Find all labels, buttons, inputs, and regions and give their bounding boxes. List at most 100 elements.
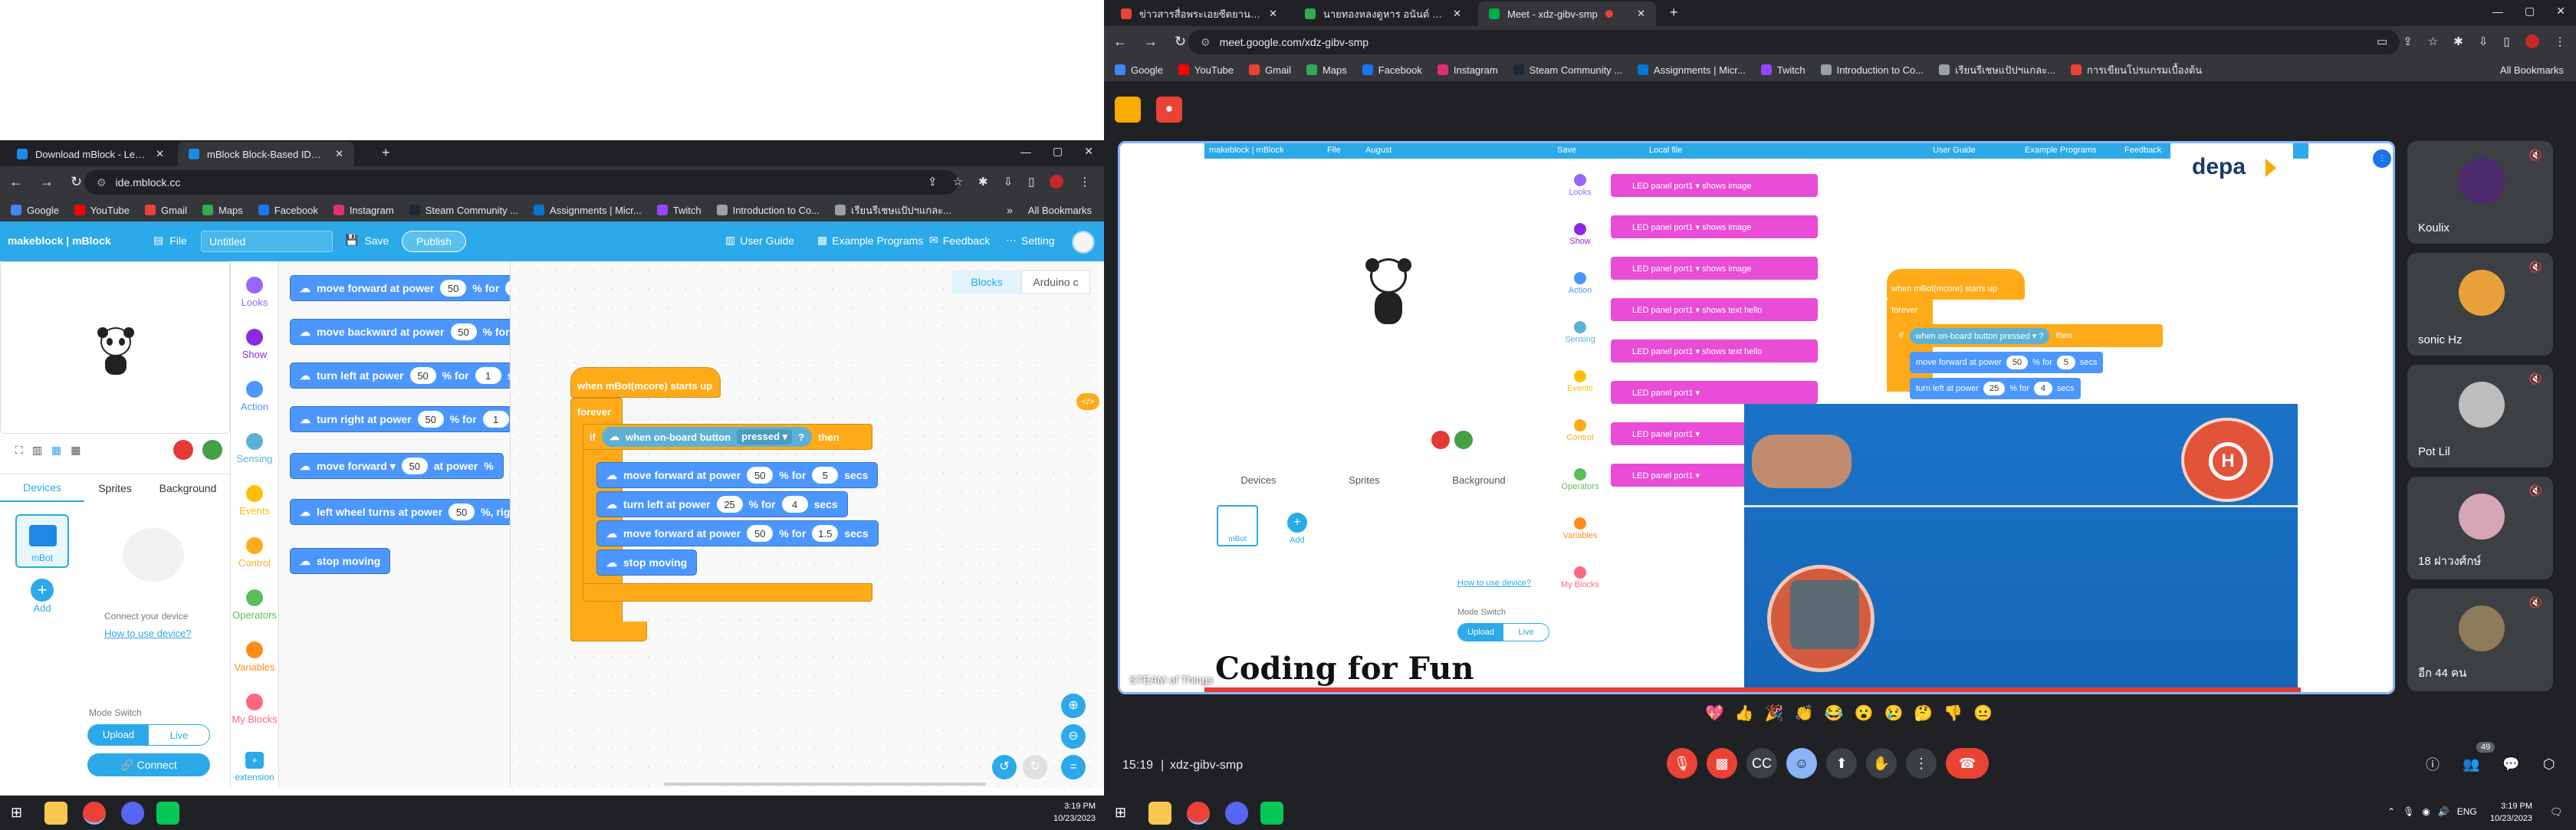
horizontal-scrollbar[interactable] xyxy=(664,782,986,786)
palette-block[interactable]: ☁ stop moving xyxy=(290,548,391,574)
reload-icon[interactable]: ↻ xyxy=(71,174,82,190)
category-action[interactable]: Action xyxy=(231,381,278,433)
zoom-out-icon[interactable]: ⊖ xyxy=(1061,724,1086,749)
bookmark-item[interactable]: เรียนรีเชษแปัปฯแกละ... xyxy=(835,202,951,218)
bookmark-item[interactable]: YouTube xyxy=(1178,64,1234,76)
presentation-tile[interactable]: makeblock | mBlock File August Save Local fi… xyxy=(1118,141,2395,694)
script-step-block[interactable]: ☁ turn left at power 25 % for 4 secs xyxy=(596,491,848,517)
reaction-emoji-icon[interactable]: 😢 xyxy=(1884,704,1903,723)
raise-hand-button[interactable]: ✋ xyxy=(1866,748,1897,779)
category-operators[interactable]: Operators xyxy=(231,589,278,641)
feedback-link[interactable]: ✉ Feedback xyxy=(929,234,990,247)
people-icon[interactable]: 👥 xyxy=(2463,756,2479,773)
tab-arduino[interactable]: Arduino c xyxy=(1021,270,1090,294)
user-guide-link[interactable]: ▥ User Guide xyxy=(725,234,794,247)
new-tab-icon[interactable]: + xyxy=(1670,5,1678,21)
profile-icon[interactable] xyxy=(2525,34,2539,48)
palette-block[interactable]: ☁turn left at power50% for1secs xyxy=(290,363,510,389)
menu-icon[interactable]: ⋮ xyxy=(1079,175,1090,189)
file-menu[interactable]: ▤ File xyxy=(153,234,187,247)
category-my-blocks[interactable]: My Blocks xyxy=(231,694,278,746)
go-flag-icon[interactable] xyxy=(202,440,222,460)
bookmark-item[interactable]: Instagram xyxy=(1437,64,1498,76)
bookmark-item[interactable]: Maps xyxy=(1306,64,1347,76)
participant-tile[interactable]: 🔇 Pot Lil xyxy=(2407,365,2553,467)
example-programs-link[interactable]: ▦ Example Programs xyxy=(817,234,923,247)
block-value-input[interactable]: 50 xyxy=(450,323,477,340)
mic-tray-icon[interactable]: 🎙 xyxy=(2403,806,2414,817)
mode-switch[interactable]: Upload Live xyxy=(87,724,210,746)
info-icon[interactable]: ⓘ xyxy=(2426,754,2440,774)
bookmark-item[interactable]: Steam Community ... xyxy=(409,205,518,216)
reaction-emoji-icon[interactable]: 👎 xyxy=(1944,704,1963,723)
notification-icon[interactable]: 🗨 xyxy=(2550,806,2563,819)
bookmark-item[interactable]: Twitch xyxy=(656,205,702,216)
reaction-emoji-icon[interactable]: 🤔 xyxy=(1914,704,1933,723)
chrome-icon[interactable] xyxy=(83,802,106,825)
extension-button[interactable]: + extension xyxy=(231,752,278,782)
bookmark-item[interactable]: Assignments | Micr... xyxy=(1638,64,1746,76)
close-icon[interactable]: ✕ xyxy=(1269,8,1277,20)
extensions-icon[interactable]: ✱ xyxy=(978,175,988,189)
discord-icon[interactable] xyxy=(1225,802,1248,825)
emoji-button[interactable]: ☺ xyxy=(1786,748,1817,779)
tray-chevron-icon[interactable]: ⌃ xyxy=(2387,806,2395,817)
bookmark-item[interactable]: Gmail xyxy=(1249,64,1291,76)
minimize-icon[interactable]: — xyxy=(1020,146,1031,158)
tune-icon[interactable]: ⚙ xyxy=(97,176,107,189)
block-value-input[interactable]: 50 xyxy=(417,411,444,428)
bookmark-item[interactable]: การเขียนโปรแกรมเบื้องต้น xyxy=(2071,62,2202,78)
reaction-emoji-icon[interactable]: 😮 xyxy=(1855,704,1874,723)
script-step-block[interactable]: ☁ stop moving xyxy=(596,550,698,576)
reaction-emoji-icon[interactable]: 😂 xyxy=(1825,704,1844,723)
close-icon[interactable]: ✕ xyxy=(1453,8,1461,20)
reload-icon[interactable]: ↻ xyxy=(1175,34,1186,50)
block-value-input[interactable]: 50 xyxy=(409,367,436,384)
layout-normal-icon[interactable]: ▦ xyxy=(51,444,61,457)
line-icon[interactable] xyxy=(1260,802,1283,825)
close-icon[interactable]: ✕ xyxy=(335,148,343,160)
profile-icon[interactable] xyxy=(1050,175,1064,189)
zoom-reset-icon[interactable]: = xyxy=(1061,755,1086,779)
layout-small-icon[interactable]: ▥ xyxy=(32,444,42,457)
back-icon[interactable]: ← xyxy=(9,174,23,190)
zoom-in-icon[interactable]: ⊕ xyxy=(1061,694,1086,718)
project-name-input[interactable]: Untitled xyxy=(201,231,333,252)
maximize-icon[interactable]: ▢ xyxy=(1053,145,1063,158)
omnibox[interactable]: ⚙ meet.google.com/xdz-gibv-smp xyxy=(1188,30,2400,54)
tab-background[interactable]: Background xyxy=(146,482,230,494)
block-value-input[interactable]: 50 xyxy=(449,504,475,520)
category-looks[interactable]: Looks xyxy=(231,277,278,329)
camera-off-button[interactable]: ▩ xyxy=(1707,748,1737,779)
fullscreen-icon[interactable]: ⛶ xyxy=(15,444,23,457)
start-icon[interactable]: ⊞ xyxy=(1115,805,1126,821)
start-icon[interactable]: ⊞ xyxy=(11,805,22,821)
mic-off-button[interactable]: 🎙 xyxy=(1667,748,1697,779)
left-clock[interactable]: 3:19 PM 10/23/2023 xyxy=(1053,800,1096,825)
new-tab-icon[interactable]: + xyxy=(382,145,390,161)
panda-sprite[interactable] xyxy=(97,327,134,375)
more-options-button[interactable]: ⋮ xyxy=(1906,748,1937,779)
block-value-input[interactable]: 4 xyxy=(781,496,808,513)
block-value-input[interactable]: 1.5 xyxy=(812,525,839,542)
discord-icon[interactable] xyxy=(121,802,144,825)
left-tab-2[interactable]: mBlock Block-Based IDE- Coding ✕ xyxy=(178,142,354,166)
category-control[interactable]: Control xyxy=(231,537,278,589)
all-bookmarks[interactable]: All Bookmarks xyxy=(2500,64,2576,76)
present-button[interactable]: ⬆ xyxy=(1826,748,1857,779)
bookmark-item[interactable]: Facebook xyxy=(258,205,318,216)
star-icon[interactable]: ☆ xyxy=(2428,34,2438,48)
bookmarks-more-icon[interactable]: » xyxy=(1007,204,1013,216)
bookmark-item[interactable]: Assignments | Micr... xyxy=(534,205,642,216)
palette-block[interactable]: ☁ left wheel turns at power 50 %, right xyxy=(290,499,510,525)
device-tile[interactable]: mBot xyxy=(15,514,69,568)
activities-icon[interactable]: ⬡ xyxy=(2543,756,2555,773)
sidebar-icon[interactable]: ▯ xyxy=(2503,34,2509,48)
camera-icon[interactable]: ▭ xyxy=(2377,34,2387,48)
reaction-emoji-icon[interactable]: 🎉 xyxy=(1765,704,1784,723)
reaction-emoji-icon[interactable]: 👏 xyxy=(1795,704,1814,723)
bookmark-item[interactable]: Instagram xyxy=(333,205,394,216)
right-tab-2[interactable]: นายทองหลงดูหาร อนันต์ - Google โดร ✕ xyxy=(1294,2,1472,26)
block-value-input[interactable]: 5 xyxy=(812,467,839,484)
bookmark-item[interactable]: Maps xyxy=(202,205,243,216)
